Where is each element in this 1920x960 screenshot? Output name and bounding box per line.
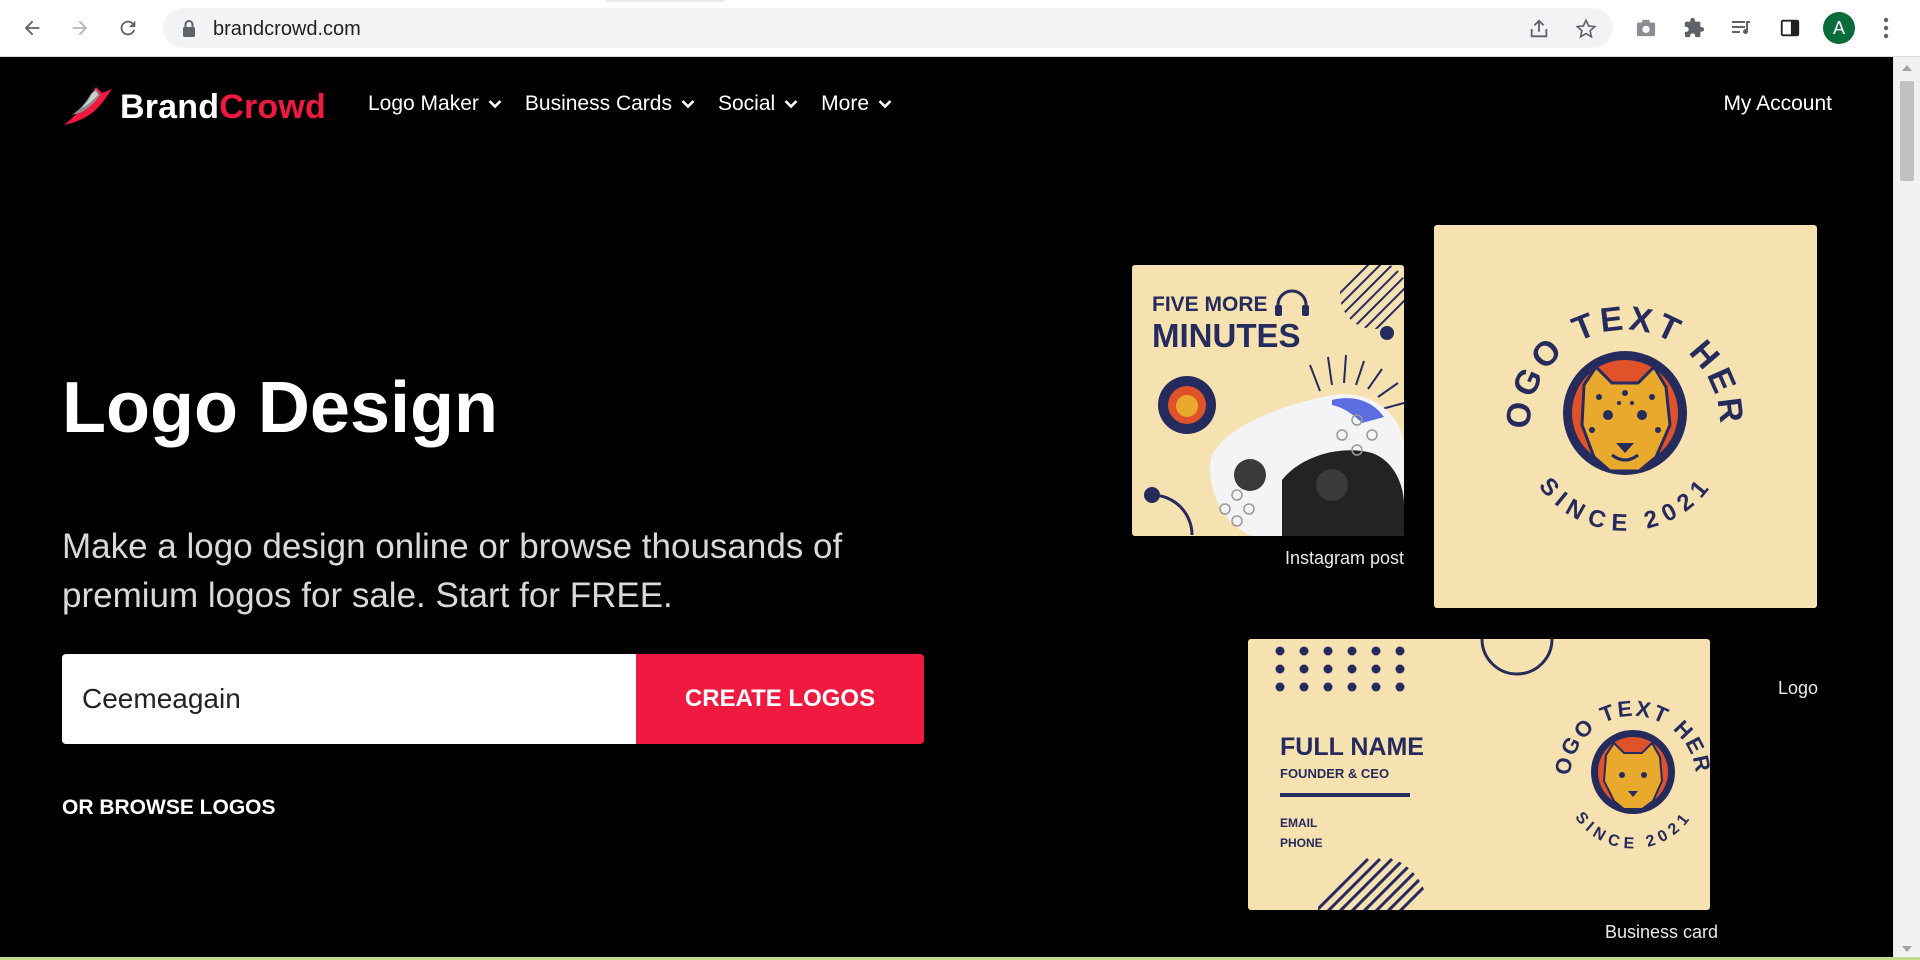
nav-more-label: More xyxy=(821,92,870,115)
browser-menu-button[interactable] xyxy=(1870,12,1902,44)
forward-button[interactable] xyxy=(64,12,96,44)
kebab-menu-icon xyxy=(1883,17,1889,39)
page-scrollbar[interactable] xyxy=(1893,57,1920,960)
svg-text:SINCE 2021: SINCE 2021 xyxy=(1533,472,1716,537)
create-logos-button[interactable]: CREATE LOGOS xyxy=(636,654,924,744)
nav-logo-maker[interactable]: Logo Maker xyxy=(368,92,502,116)
puzzle-icon xyxy=(1684,17,1705,38)
playlist-icon xyxy=(1732,21,1750,35)
brandcrowd-bird-icon xyxy=(64,87,112,125)
camera-extension-button[interactable] xyxy=(1630,12,1662,44)
chevron-down-icon xyxy=(878,100,892,109)
nav-logo-maker-label: Logo Maker xyxy=(368,92,479,115)
logo-bottom-text: SINCE 2021 xyxy=(1533,472,1712,537)
scroll-down-icon[interactable] xyxy=(1902,946,1912,952)
page-content: BrandCrowd Logo Maker Business Cards Soc… xyxy=(0,57,1894,960)
chevron-down-icon xyxy=(681,100,695,109)
main-nav: Logo Maker Business Cards Social More xyxy=(368,92,915,116)
bookmark-star-icon[interactable] xyxy=(1575,18,1597,40)
reload-button[interactable] xyxy=(112,12,144,44)
business-card-caption: Business card xyxy=(1605,922,1719,942)
brand-name: BrandCrowd xyxy=(120,88,326,127)
tab-indicator xyxy=(606,0,724,2)
media-controls-button[interactable] xyxy=(1726,12,1758,44)
nav-business-cards-label: Business Cards xyxy=(524,92,672,115)
cheetah-emblem: LOGO TEXT HERE SINCE 2021 xyxy=(1434,225,1747,537)
side-panel-icon xyxy=(1780,19,1800,37)
scrollbar-thumb[interactable] xyxy=(1900,81,1914,181)
camera-icon xyxy=(1636,19,1656,37)
extensions-button[interactable] xyxy=(1678,12,1710,44)
back-arrow-icon xyxy=(24,20,40,36)
hero-title: Logo Design xyxy=(62,368,498,448)
business-name-input[interactable] xyxy=(62,654,636,744)
card-role: FOUNDER & CEO xyxy=(1280,766,1390,781)
logo-caption: Logo xyxy=(1778,678,1819,698)
address-bar[interactable]: brandcrowd.com xyxy=(163,8,1613,48)
side-panel-button[interactable] xyxy=(1774,12,1806,44)
logo-sample[interactable]: LOGO TEXT HERE SINCE 2021 xyxy=(1434,225,1817,608)
browse-logos-link[interactable]: OR BROWSE LOGOS xyxy=(62,796,276,820)
forward-arrow-icon xyxy=(72,20,88,36)
brandcrowd-logo[interactable]: BrandCrowd xyxy=(62,85,326,129)
card-logo-bottom-text: SINCE 2021 xyxy=(1571,809,1691,853)
share-icon[interactable] xyxy=(1528,18,1550,40)
back-button[interactable] xyxy=(16,12,48,44)
svg-text:SINCE 2021: SINCE 2021 xyxy=(1571,809,1694,853)
business-card-sample[interactable]: LOGO TEXT HERE SINCE 2021 FULL NAME FOUN… xyxy=(1248,639,1710,910)
profile-avatar[interactable]: A xyxy=(1823,12,1855,44)
browser-toolbar: brandcrowd.com A xyxy=(0,0,1920,57)
chevron-down-icon xyxy=(784,100,798,109)
hero-subtitle: Make a logo design online or browse thou… xyxy=(62,527,843,615)
instagram-post-caption: Instagram post xyxy=(1285,548,1405,568)
card-full-name: FULL NAME xyxy=(1280,733,1424,761)
instagram-post-sample[interactable]: FIVE MORE MINUTES xyxy=(1132,265,1404,536)
card-email: EMAIL xyxy=(1280,816,1318,830)
nav-business-cards[interactable]: Business Cards xyxy=(525,92,695,116)
nav-more[interactable]: More xyxy=(821,92,892,116)
chevron-down-icon xyxy=(488,100,502,109)
nav-social-label: Social xyxy=(717,92,776,115)
brand-name-part1: Brand xyxy=(120,87,220,126)
my-account-link[interactable]: My Account xyxy=(1723,92,1832,116)
gamepad-illustration xyxy=(1144,265,1404,536)
scroll-up-icon[interactable] xyxy=(1902,65,1912,71)
brand-name-part2: Crowd xyxy=(219,87,327,126)
nav-social[interactable]: Social xyxy=(718,92,798,116)
reload-icon xyxy=(120,20,136,36)
card-phone: PHONE xyxy=(1280,836,1323,850)
lock-icon xyxy=(183,20,195,37)
url-text: brandcrowd.com xyxy=(213,18,361,40)
